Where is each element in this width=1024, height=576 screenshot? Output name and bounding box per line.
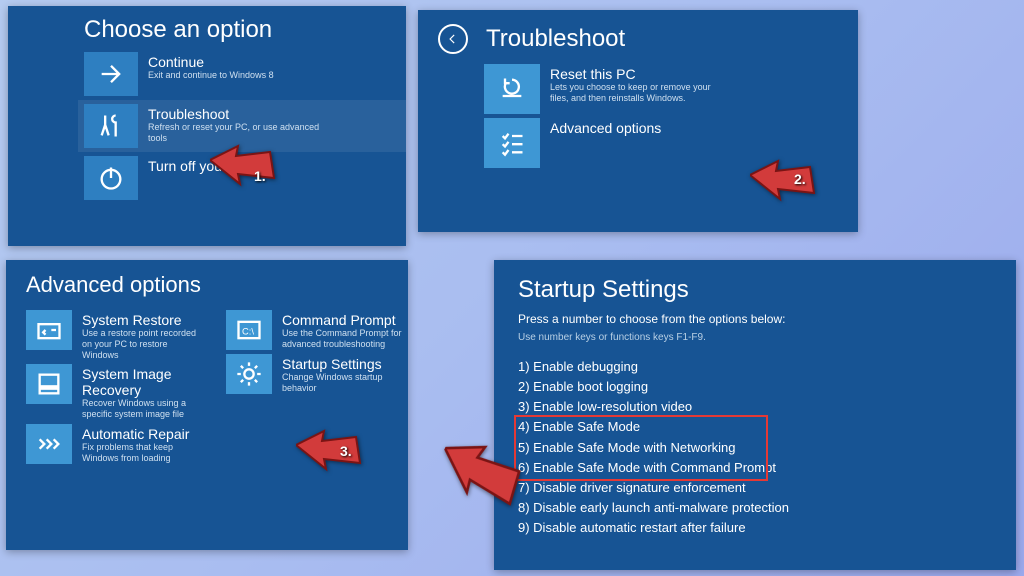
- svg-text:C:\: C:\: [242, 327, 254, 337]
- tools-icon: [84, 104, 138, 148]
- startup-option[interactable]: 9) Disable automatic restart after failu…: [518, 518, 1016, 538]
- back-button[interactable]: [438, 24, 468, 54]
- startup-option[interactable]: 8) Disable early launch anti-malware pro…: [518, 498, 1016, 518]
- page-title: Choose an option: [84, 16, 406, 44]
- advanced-options-panel: Advanced options System RestoreUse a res…: [6, 260, 408, 550]
- option-turn-off[interactable]: Turn off your PC: [84, 156, 406, 200]
- gear-icon: [226, 354, 272, 394]
- hint-text: Use number keys or functions keys F1-F9.: [518, 332, 1016, 343]
- option-reset-pc[interactable]: Reset this PCLets you choose to keep or …: [484, 64, 858, 114]
- option-sub: Fix problems that keep Windows from load…: [82, 442, 206, 464]
- option-sub: Change Windows startup behavior: [282, 372, 406, 394]
- troubleshoot-panel: Troubleshoot Reset this PCLets you choos…: [418, 10, 858, 232]
- option-system-restore[interactable]: System RestoreUse a restore point record…: [26, 310, 206, 360]
- page-title: Troubleshoot: [486, 25, 625, 53]
- page-title: Startup Settings: [518, 276, 1016, 304]
- startup-option[interactable]: 1) Enable debugging: [518, 357, 1016, 377]
- option-label: Startup Settings: [282, 356, 406, 372]
- option-sub: Exit and continue to Windows 8: [148, 70, 274, 81]
- checklist-icon: [484, 118, 540, 168]
- option-label: System Image Recovery: [82, 366, 206, 398]
- option-label: Reset this PC: [550, 66, 730, 82]
- option-label: Command Prompt: [282, 312, 406, 328]
- choose-option-panel: Choose an option ContinueExit and contin…: [8, 6, 406, 246]
- option-label: System Restore: [82, 312, 206, 328]
- option-sub: Use the Command Prompt for advanced trou…: [282, 328, 406, 350]
- option-sub: Refresh or reset your PC, or use advance…: [148, 122, 328, 144]
- option-label: Turn off your PC: [148, 158, 250, 174]
- restore-icon: [26, 310, 72, 350]
- power-icon: [84, 156, 138, 200]
- option-command-prompt[interactable]: C:\ Command PromptUse the Command Prompt…: [226, 310, 406, 350]
- option-automatic-repair[interactable]: Automatic RepairFix problems that keep W…: [26, 424, 206, 464]
- option-advanced-options[interactable]: Advanced options: [484, 118, 858, 168]
- option-sub: Lets you choose to keep or remove your f…: [550, 82, 730, 104]
- option-sub: Use a restore point recorded on your PC …: [82, 328, 206, 360]
- option-sub: Recover Windows using a specific system …: [82, 398, 206, 420]
- option-system-image-recovery[interactable]: System Image RecoveryRecover Windows usi…: [26, 364, 206, 420]
- option-label: Continue: [148, 54, 274, 70]
- image-recovery-icon: [26, 364, 72, 404]
- option-label: Advanced options: [550, 120, 661, 136]
- arrow-right-icon: [84, 52, 138, 96]
- option-label: Troubleshoot: [148, 106, 328, 122]
- option-troubleshoot[interactable]: TroubleshootRefresh or reset your PC, or…: [78, 100, 406, 152]
- startup-option[interactable]: 2) Enable boot logging: [518, 377, 1016, 397]
- reset-icon: [484, 64, 540, 114]
- option-startup-settings[interactable]: Startup SettingsChange Windows startup b…: [226, 354, 406, 394]
- option-label: Automatic Repair: [82, 426, 206, 442]
- terminal-icon: C:\: [226, 310, 272, 350]
- page-title: Advanced options: [26, 272, 408, 298]
- highlight-box: [514, 415, 768, 481]
- startup-settings-panel: Startup Settings Press a number to choos…: [494, 260, 1016, 570]
- repair-icon: [26, 424, 72, 464]
- option-continue[interactable]: ContinueExit and continue to Windows 8: [84, 52, 406, 96]
- instruction-text: Press a number to choose from the option…: [518, 312, 1016, 326]
